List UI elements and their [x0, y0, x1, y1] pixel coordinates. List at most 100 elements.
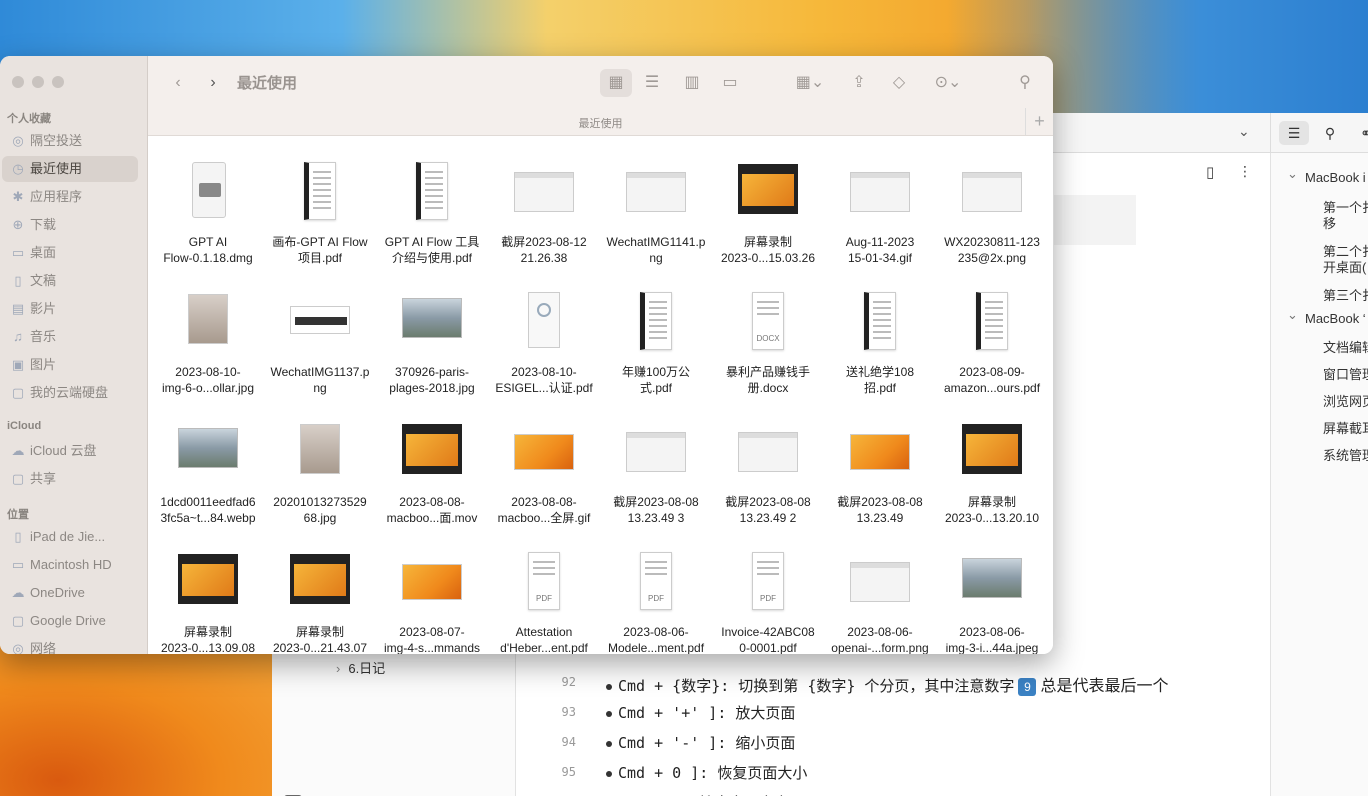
- file-item[interactable]: GPT AI Flow 工具 介绍与使用.pdf: [376, 140, 488, 265]
- file-thumbnail: [178, 548, 238, 614]
- outline-item[interactable]: 移: [1323, 213, 1336, 232]
- back-chevron-icon[interactable]: ‹: [168, 69, 188, 97]
- file-item[interactable]: 送礼绝学108 招.pdf: [824, 270, 936, 395]
- outline-item[interactable]: 开桌面(: [1323, 257, 1366, 276]
- gallery-view-icon[interactable]: ▭: [714, 69, 746, 97]
- file-item[interactable]: 2023-08-07- img-4-s...mmands: [376, 530, 488, 654]
- file-item[interactable]: DOCX 暴利产品赚钱手 册.docx: [712, 270, 824, 395]
- book-icon[interactable]: ▯: [1206, 163, 1214, 181]
- file-item[interactable]: 2023-08-09- amazon...ours.pdf: [936, 270, 1048, 395]
- outline-item[interactable]: 文档编辑: [1323, 337, 1368, 356]
- file-item[interactable]: 2023-08-06- img-3-i...44a.jpeg: [936, 530, 1048, 654]
- sidebar-item[interactable]: ◎ 隔空投送: [2, 128, 138, 154]
- sidebar-item[interactable]: ◎ 网络: [2, 636, 138, 654]
- file-item[interactable]: GPT AI Flow-0.1.18.dmg: [152, 140, 264, 265]
- tree-item[interactable]: › 6.日记: [336, 658, 385, 677]
- disk-image-icon: [192, 162, 226, 218]
- file-item[interactable]: 2023-08-10- ESIGEL...认证.pdf: [488, 270, 600, 395]
- file-item[interactable]: WechatIMG1141.p ng: [600, 140, 712, 265]
- chevron-down-icon[interactable]: ⌄: [1238, 123, 1250, 140]
- outline-item[interactable]: MacBook ‘: [1305, 311, 1366, 326]
- editor-line[interactable]: Cmd + 0 ]: 恢复页面大小: [606, 762, 807, 783]
- outline-item[interactable]: 系统管理: [1323, 445, 1368, 464]
- file-item[interactable]: PDF 2023-08-06- Modele...ment.pdf: [600, 530, 712, 654]
- file-item[interactable]: 20201013273529 68.jpg: [264, 400, 376, 525]
- editor-line[interactable]: Cmd + '+' ]: 放大页面: [606, 702, 795, 723]
- sidebar-item[interactable]: ♫ 音乐: [2, 324, 138, 350]
- link-icon[interactable]: ⚲: [1315, 121, 1345, 145]
- file-item[interactable]: 370926-paris-plages-2018.jpg: [376, 270, 488, 395]
- editor-line[interactable]: Cmd + '-' ]: 缩小页面: [606, 732, 795, 753]
- outline-item[interactable]: MacBook i: [1305, 170, 1366, 185]
- sidebar-item-label: 文稿: [30, 273, 57, 288]
- tag-icon[interactable]: ◇: [886, 69, 912, 97]
- sidebar-item[interactable]: ▢ Google Drive: [2, 608, 138, 634]
- zoom-button[interactable]: [52, 76, 64, 88]
- file-item[interactable]: 屏幕录制 2023-0...15.03.26: [712, 140, 824, 265]
- sidebar-item[interactable]: ▭ 桌面: [2, 240, 138, 266]
- more-icon[interactable]: ⋮: [1238, 163, 1252, 180]
- outline-toggle-button[interactable]: ☰: [1279, 121, 1309, 145]
- chevron-down-icon[interactable]: ⌄: [1287, 166, 1298, 182]
- file-item[interactable]: 屏幕录制 2023-0...13.20.10: [936, 400, 1048, 525]
- sidebar-item[interactable]: ▢ 共享: [2, 466, 138, 492]
- chevron-down-icon[interactable]: ⌄: [1287, 307, 1298, 323]
- file-item[interactable]: PDF Invoice-42ABC08 0-0001.pdf: [712, 530, 824, 654]
- sidebar-item[interactable]: ▯ 文稿: [2, 268, 138, 294]
- file-item[interactable]: 屏幕录制 2023-0...21.43.07: [264, 530, 376, 654]
- image-icon: [850, 434, 910, 470]
- file-thumbnail: [402, 288, 462, 354]
- editor-line[interactable]: Cmd + {数字}: 切换到第 {数字} 个分页，其中注意数字 9 总是代表最后一…: [606, 672, 1168, 696]
- sidebar-item[interactable]: ▢ 我的云端硬盘: [2, 380, 138, 406]
- file-name: 2023-08-08- macboo...面.mov: [386, 495, 478, 525]
- file-item[interactable]: 屏幕录制 2023-0...13.09.08: [152, 530, 264, 654]
- file-item[interactable]: 截屏2023-08-08 13.23.49: [824, 400, 936, 525]
- outline-item[interactable]: 窗口管理: [1323, 364, 1368, 383]
- new-tab-icon[interactable]: +: [1025, 108, 1053, 135]
- file-item[interactable]: WechatIMG1137.p ng: [264, 270, 376, 395]
- tab-title[interactable]: 最近使用: [148, 115, 1053, 131]
- outline-item[interactable]: 浏览网页: [1323, 391, 1368, 410]
- sidebar-item[interactable]: ▭ Macintosh HD: [2, 552, 138, 578]
- file-item[interactable]: 2023-08-06- openai-...form.png: [824, 530, 936, 654]
- file-item[interactable]: 画布-GPT AI Flow 项目.pdf: [264, 140, 376, 265]
- file-item[interactable]: 截屏2023-08-08 13.23.49 3: [600, 400, 712, 525]
- sidebar-item[interactable]: ▤ 影片: [2, 296, 138, 322]
- sidebar-item[interactable]: ☁ OneDrive: [2, 580, 138, 606]
- action-more-icon[interactable]: ⊙⌄: [928, 69, 968, 97]
- editor-line[interactable]: Cmd + f: 搜索窗口文字: [606, 792, 789, 796]
- share-icon[interactable]: ⇪: [846, 69, 872, 97]
- outline-item[interactable]: 第三个扌: [1323, 285, 1368, 304]
- sidebar-item[interactable]: ◷ 最近使用: [2, 156, 138, 182]
- file-item[interactable]: 年赚100万公 式.pdf: [600, 270, 712, 395]
- sidebar-item[interactable]: ▣ 图片: [2, 352, 138, 378]
- file-item[interactable]: PDF Attestation d'Heber...ent.pdf: [488, 530, 600, 654]
- file-item[interactable]: 2023-08-08- macboo...全屏.gif: [488, 400, 600, 525]
- sidebar-item-label: iPad de Jie...: [30, 529, 106, 544]
- file-item[interactable]: 截屏2023-08-08 13.23.49 2: [712, 400, 824, 525]
- file-item[interactable]: WX20230811-123 235@2x.png: [936, 140, 1048, 265]
- file-item[interactable]: 2023-08-10- img-6-o...ollar.jpg: [152, 270, 264, 395]
- list-view-icon[interactable]: ☰: [636, 69, 668, 97]
- sidebar-item[interactable]: ✱ 应用程序: [2, 184, 138, 210]
- sidebar-item[interactable]: ▯ iPad de Jie...: [2, 524, 138, 550]
- close-button[interactable]: [12, 76, 24, 88]
- document-icon: [864, 292, 896, 350]
- column-view-icon[interactable]: ▥: [676, 69, 708, 97]
- file-item[interactable]: 1dcd0011eedfad6 3fc5a~t...84.webp: [152, 400, 264, 525]
- icon-view-icon[interactable]: ▦: [600, 69, 632, 97]
- minimize-button[interactable]: [32, 76, 44, 88]
- file-item[interactable]: 截屏2023-08-12 21.26.38: [488, 140, 600, 265]
- sidebar-item[interactable]: ☁ iCloud 云盘: [2, 438, 138, 464]
- file-item[interactable]: Aug-11-2023 15-01-34.gif: [824, 140, 936, 265]
- file-name: 送礼绝学108 招.pdf: [845, 365, 915, 395]
- text-line: [645, 573, 667, 575]
- sidebar-item[interactable]: ⊕ 下载: [2, 212, 138, 238]
- attachment-icon[interactable]: ⚭: [1351, 121, 1368, 145]
- group-icon[interactable]: ▦⌄: [790, 69, 830, 97]
- file-name: 2023-08-10- ESIGEL...认证.pdf: [495, 365, 593, 395]
- file-item[interactable]: 2023-08-08- macboo...面.mov: [376, 400, 488, 525]
- search-icon[interactable]: ⚲: [1012, 69, 1038, 97]
- forward-chevron-icon[interactable]: ›: [203, 69, 223, 97]
- outline-item[interactable]: 屏幕截耳: [1323, 418, 1368, 437]
